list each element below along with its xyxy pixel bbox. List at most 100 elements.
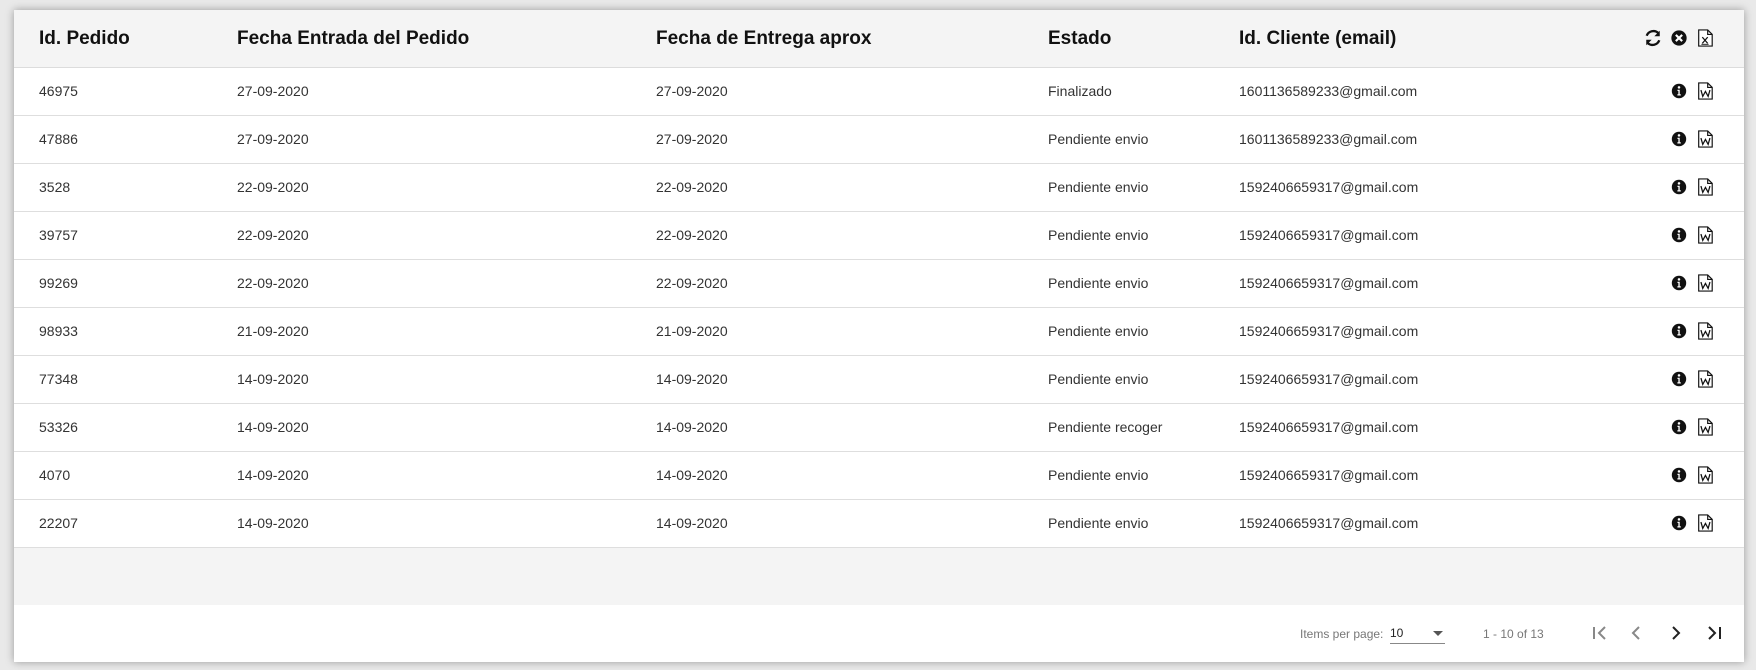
- info-icon[interactable]: [1670, 81, 1688, 101]
- cell-fecha-entrega: 14-09-2020: [656, 515, 728, 531]
- cell-estado: Pendiente envio: [1048, 275, 1149, 291]
- excel-export-icon[interactable]: [1696, 28, 1714, 48]
- cell-fecha-entrada: 22-09-2020: [237, 227, 309, 243]
- info-icon[interactable]: [1670, 417, 1688, 437]
- cell-estado: Pendiente envio: [1048, 467, 1149, 483]
- cell-fecha-entrada: 22-09-2020: [237, 275, 309, 291]
- word-document-icon[interactable]: [1696, 321, 1714, 341]
- cell-fecha-entrega: 14-09-2020: [656, 467, 728, 483]
- table-row: 53326 14-09-2020 14-09-2020 Pendiente recog…: [14, 404, 1744, 452]
- word-document-icon[interactable]: [1696, 273, 1714, 293]
- cell-id-cliente: 1592406659317@gmail.com: [1239, 227, 1419, 243]
- cell-id-pedido: 99269: [39, 275, 78, 291]
- cell-fecha-entrada: 27-09-2020: [237, 83, 309, 99]
- cell-id-cliente: 1592406659317@gmail.com: [1239, 275, 1419, 291]
- word-document-icon[interactable]: [1696, 129, 1714, 149]
- column-header-id-cliente[interactable]: Id. Cliente (email): [1239, 10, 1396, 67]
- row-actions: [1670, 81, 1714, 101]
- info-icon[interactable]: [1670, 273, 1688, 293]
- table-row: 98933 21-09-2020 21-09-2020 Pendiente envio…: [14, 308, 1744, 356]
- cell-id-cliente: 1592406659317@gmail.com: [1239, 515, 1419, 531]
- row-actions: [1670, 225, 1714, 245]
- info-icon[interactable]: [1670, 129, 1688, 149]
- row-actions: [1670, 465, 1714, 485]
- column-header-fecha-entrada[interactable]: Fecha Entrada del Pedido: [237, 10, 469, 67]
- word-document-icon[interactable]: [1696, 513, 1714, 533]
- table-row: 39757 22-09-2020 22-09-2020 Pendiente envio…: [14, 212, 1744, 260]
- column-header-fecha-entrega[interactable]: Fecha de Entrega aprox: [656, 10, 871, 67]
- table-header: Id. Pedido Fecha Entrada del Pedido Fech…: [14, 10, 1744, 68]
- row-actions: [1670, 129, 1714, 149]
- cell-fecha-entrega: 22-09-2020: [656, 179, 728, 195]
- row-actions: [1670, 513, 1714, 533]
- cell-estado: Pendiente recoger: [1048, 419, 1163, 435]
- info-icon[interactable]: [1670, 465, 1688, 485]
- dropdown-caret-icon: [1433, 631, 1443, 636]
- word-document-icon[interactable]: [1696, 465, 1714, 485]
- cell-id-cliente: 1592406659317@gmail.com: [1239, 467, 1419, 483]
- paginator: Items per page: 10 1 - 10 of 13: [14, 607, 1744, 662]
- cell-fecha-entrada: 14-09-2020: [237, 419, 309, 435]
- cell-id-pedido: 98933: [39, 323, 78, 339]
- table-row: 47886 27-09-2020 27-09-2020 Pendiente envio…: [14, 116, 1744, 164]
- cell-fecha-entrega: 27-09-2020: [656, 83, 728, 99]
- cell-fecha-entrega: 27-09-2020: [656, 131, 728, 147]
- info-icon[interactable]: [1670, 225, 1688, 245]
- info-icon[interactable]: [1670, 177, 1688, 197]
- orders-card: Id. Pedido Fecha Entrada del Pedido Fech…: [14, 10, 1744, 662]
- cell-fecha-entrada: 22-09-2020: [237, 179, 309, 195]
- cell-id-pedido: 39757: [39, 227, 78, 243]
- cell-id-pedido: 46975: [39, 83, 78, 99]
- table-row: 46975 27-09-2020 27-09-2020 Finalizado 16011…: [14, 68, 1744, 116]
- next-page-icon[interactable]: [1663, 620, 1689, 646]
- word-document-icon[interactable]: [1696, 225, 1714, 245]
- cell-estado: Pendiente envio: [1048, 515, 1149, 531]
- cell-fecha-entrega: 14-09-2020: [656, 419, 728, 435]
- page-range-label: 1 - 10 of 13: [1483, 627, 1544, 641]
- cell-fecha-entrega: 22-09-2020: [656, 275, 728, 291]
- info-icon[interactable]: [1670, 513, 1688, 533]
- word-document-icon[interactable]: [1696, 417, 1714, 437]
- cell-id-cliente: 1592406659317@gmail.com: [1239, 323, 1419, 339]
- cell-id-pedido: 4070: [39, 467, 71, 483]
- word-document-icon[interactable]: [1696, 81, 1714, 101]
- cell-estado: Pendiente envio: [1048, 323, 1149, 339]
- word-document-icon[interactable]: [1696, 177, 1714, 197]
- cell-id-cliente: 1601136589233@gmail.com: [1239, 131, 1418, 147]
- cell-fecha-entrada: 14-09-2020: [237, 371, 309, 387]
- clear-icon[interactable]: [1670, 28, 1688, 48]
- cell-id-cliente: 1592406659317@gmail.com: [1239, 371, 1419, 387]
- word-document-icon[interactable]: [1696, 369, 1714, 389]
- refresh-icon[interactable]: [1644, 28, 1662, 48]
- cell-id-cliente: 1592406659317@gmail.com: [1239, 419, 1419, 435]
- cell-id-pedido: 77348: [39, 371, 78, 387]
- first-page-icon[interactable]: [1586, 620, 1612, 646]
- table-row: 77348 14-09-2020 14-09-2020 Pendiente envio…: [14, 356, 1744, 404]
- cell-fecha-entrega: 21-09-2020: [656, 323, 728, 339]
- column-header-id-pedido[interactable]: Id. Pedido: [39, 10, 130, 67]
- last-page-icon[interactable]: [1702, 620, 1728, 646]
- cell-estado: Pendiente envio: [1048, 179, 1149, 195]
- items-per-page-select[interactable]: 10: [1390, 623, 1445, 644]
- info-icon[interactable]: [1670, 321, 1688, 341]
- cell-fecha-entrega: 22-09-2020: [656, 227, 728, 243]
- table-row: 3528 22-09-2020 22-09-2020 Pendiente envio 1…: [14, 164, 1744, 212]
- row-actions: [1670, 273, 1714, 293]
- table-footer-spacer: [14, 548, 1744, 605]
- cell-estado: Pendiente envio: [1048, 131, 1149, 147]
- row-actions: [1670, 417, 1714, 437]
- items-per-page-value: 10: [1390, 626, 1404, 640]
- items-per-page-label: Items per page:: [1300, 627, 1384, 641]
- cell-estado: Finalizado: [1048, 83, 1112, 99]
- header-actions: [1644, 28, 1714, 48]
- cell-estado: Pendiente envio: [1048, 227, 1149, 243]
- cell-fecha-entrada: 21-09-2020: [237, 323, 309, 339]
- cell-id-pedido: 3528: [39, 179, 71, 195]
- column-header-estado[interactable]: Estado: [1048, 10, 1111, 67]
- table-row: 4070 14-09-2020 14-09-2020 Pendiente envio 1…: [14, 452, 1744, 500]
- table-body: 46975 27-09-2020 27-09-2020 Finalizado 16011…: [14, 68, 1744, 548]
- cell-fecha-entrega: 14-09-2020: [656, 371, 728, 387]
- previous-page-icon[interactable]: [1623, 620, 1649, 646]
- cell-estado: Pendiente envio: [1048, 371, 1149, 387]
- info-icon[interactable]: [1670, 369, 1688, 389]
